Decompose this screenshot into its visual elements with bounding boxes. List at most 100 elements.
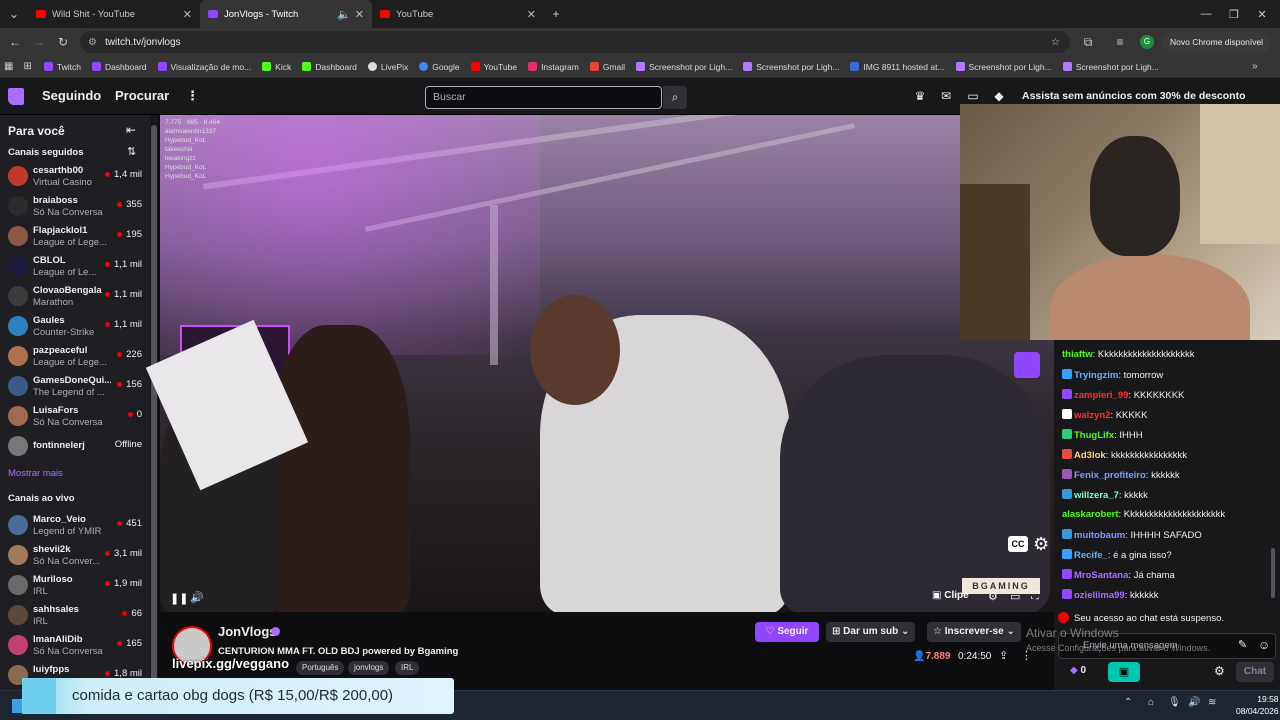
- new-tab-button[interactable]: +: [544, 2, 568, 26]
- media-controls-icon[interactable]: ≡: [1108, 30, 1132, 54]
- browser-tab-1[interactable]: Wild Shit - YouTube ✕: [28, 0, 200, 28]
- chat-username[interactable]: Recife_: [1074, 550, 1108, 561]
- grid-icon[interactable]: ⊞: [23, 61, 31, 72]
- sidebar-channel-imanalidib[interactable]: ImanAliDib Só Na Conversa 165: [0, 630, 150, 660]
- forward-icon[interactable]: →: [27, 30, 51, 54]
- apps-icon[interactable]: ▦: [4, 61, 13, 72]
- sidebar-channel-flapjacklol1[interactable]: Flapjacklol1 League of Lege... 195: [0, 221, 150, 251]
- bookmark-item[interactable]: Screenshot por Ligh...: [743, 62, 839, 72]
- tag-channel[interactable]: jonvlogs: [348, 661, 390, 675]
- tab-search-icon[interactable]: ⌄: [0, 2, 28, 26]
- back-icon[interactable]: ←: [3, 30, 27, 54]
- audio-icon[interactable]: 🔈: [337, 8, 351, 21]
- bits-balance[interactable]: ◆ 0: [1070, 665, 1086, 676]
- volume-icon[interactable]: 🔊: [190, 591, 204, 604]
- speaker-icon[interactable]: 🔊: [1188, 697, 1200, 708]
- chat-username[interactable]: willzera_7: [1074, 490, 1119, 501]
- close-tab-icon[interactable]: ✕: [183, 8, 192, 21]
- chat-send-button[interactable]: Chat: [1236, 662, 1274, 682]
- sidebar-channel-clovaobengala[interactable]: ClovaoBengala Marathon 1,1 mil: [0, 281, 150, 311]
- channel-points-button[interactable]: ▣: [1108, 662, 1140, 682]
- sidebar-channel-muriloso[interactable]: Muriloso IRL 1,9 mil: [0, 570, 150, 600]
- extensions-icon[interactable]: ⧉: [1076, 30, 1100, 54]
- search-icon[interactable]: ⌕: [663, 86, 687, 109]
- bookmark-item[interactable]: Google: [419, 62, 460, 72]
- more-bookmarks-icon[interactable]: »: [1252, 61, 1258, 72]
- chat-username[interactable]: thiaftw: [1062, 349, 1093, 360]
- sidebar-scrollbar[interactable]: [150, 115, 158, 690]
- tray-chevron-icon[interactable]: ⌃: [1124, 697, 1132, 708]
- video-gear-icon[interactable]: ⚙: [1033, 534, 1049, 555]
- nav-more-icon[interactable]: ⋮: [186, 88, 199, 104]
- subscribe-button[interactable]: ☆ Inscrever-se ⌄: [927, 622, 1021, 642]
- chat-username[interactable]: zampieri_99: [1074, 390, 1128, 401]
- sort-icon[interactable]: ⇅: [127, 145, 136, 158]
- network-icon[interactable]: ⌂: [1148, 697, 1154, 708]
- bookmark-item[interactable]: Gmail: [589, 62, 625, 72]
- bookmark-item[interactable]: Screenshot por Ligh...: [1062, 62, 1159, 72]
- chat-username[interactable]: muitobaum: [1074, 530, 1125, 541]
- bookmark-item[interactable]: Dashboard: [91, 62, 147, 72]
- chat-username[interactable]: ozieliima99: [1074, 590, 1125, 601]
- update-chrome-button[interactable]: Novo Chrome disponível: [1162, 32, 1272, 52]
- sidebar-channel-pazpeaceful[interactable]: pazpeaceful League of Lege... 226: [0, 341, 150, 371]
- chat-username[interactable]: Tryingzim: [1074, 370, 1118, 381]
- bookmark-star-icon[interactable]: ☆: [1051, 37, 1060, 48]
- url-field[interactable]: ⚙ twitch.tv/jonvlogs ☆: [80, 31, 1070, 53]
- sidebar-channel-shevii2k[interactable]: shevii2k Só Na Conver... 3,1 mil: [0, 540, 150, 570]
- chat-username[interactable]: alaskarobert: [1062, 509, 1119, 520]
- sidebar-channel-marco-veio[interactable]: Marco_Veio Legend of YMIR 451: [0, 510, 150, 540]
- bits-icon[interactable]: ◆: [991, 88, 1007, 104]
- bookmark-item[interactable]: IMG 8911 hosted at...: [850, 62, 945, 72]
- sidebar-channel-cesarthb00[interactable]: cesarthb00 Virtual Casino 1,4 mil: [0, 161, 150, 191]
- bookmark-item[interactable]: LivePix: [367, 62, 408, 72]
- chat-settings-icon[interactable]: ⚙: [1214, 664, 1225, 678]
- nav-browse[interactable]: Procurar: [115, 88, 169, 103]
- theatre-mode-icon[interactable]: ▭: [1010, 590, 1020, 603]
- paint-icon[interactable]: ✎: [1238, 638, 1247, 651]
- bookmark-item[interactable]: Screenshot por Ligh...: [636, 62, 732, 72]
- bookmark-item[interactable]: YouTube: [470, 62, 517, 72]
- bookmark-item[interactable]: Kick: [262, 62, 291, 72]
- wifi-icon[interactable]: ≋: [1208, 697, 1216, 708]
- chat-username[interactable]: Ad3lok: [1074, 450, 1106, 461]
- search-input[interactable]: Buscar: [425, 86, 662, 109]
- gift-sub-button[interactable]: ⊞ Dar um sub ⌄: [826, 622, 916, 642]
- share-icon[interactable]: ⇪: [999, 649, 1008, 662]
- scrollbar-thumb[interactable]: [151, 125, 157, 685]
- bookmark-item[interactable]: Screenshot por Ligh...: [955, 62, 1052, 72]
- mic-icon[interactable]: 🎙: [1168, 697, 1181, 708]
- nav-following[interactable]: Seguindo: [42, 88, 101, 103]
- pause-icon[interactable]: ❚❚: [170, 592, 188, 605]
- chat-username[interactable]: walzyn2: [1074, 410, 1110, 421]
- browser-tab-2[interactable]: JonVlogs - Twitch 🔈 ✕: [200, 0, 372, 28]
- bookmark-item[interactable]: Dashboard: [302, 62, 357, 72]
- bookmark-item[interactable]: Twitch: [43, 62, 81, 72]
- clip-button[interactable]: ▣ Clipe: [932, 590, 969, 601]
- sidebar-channel-braiaboss[interactable]: braiaboss Só Na Conversa 355: [0, 191, 150, 221]
- tag-language[interactable]: Português: [296, 661, 345, 675]
- sidebar-channel-gaules[interactable]: Gaules Counter-Strike 1,1 mil: [0, 311, 150, 341]
- settings-icon[interactable]: ⚙: [988, 590, 998, 603]
- taskbar-clock[interactable]: 19:58 08/04/2026: [1236, 693, 1279, 717]
- sidebar-channel-gamesdonequi-[interactable]: GamesDoneQui... The Legend of ... 156: [0, 371, 150, 401]
- emote-picker-icon[interactable]: ☺: [1258, 638, 1270, 652]
- browser-tab-3[interactable]: YouTube ✕: [372, 0, 544, 28]
- close-window-icon[interactable]: ✕: [1244, 0, 1280, 28]
- video-player[interactable]: [160, 115, 1054, 612]
- captions-icon[interactable]: CC: [1008, 536, 1028, 552]
- reload-icon[interactable]: ↻: [51, 30, 75, 54]
- sidebar-channel-cblol[interactable]: CBLOL League of Le... 1,1 mil: [0, 251, 150, 281]
- sidebar-channel-luisafors[interactable]: LuisaFors Só Na Conversa 0: [0, 401, 150, 431]
- bookmark-item[interactable]: Visualização de mo...: [157, 62, 251, 72]
- profile-avatar[interactable]: G: [1140, 35, 1154, 49]
- close-tab-icon[interactable]: ✕: [527, 8, 536, 21]
- ad-free-promo-button[interactable]: Assista sem anúncios com 30% de desconto: [1022, 90, 1246, 102]
- chat-username[interactable]: MroSantana: [1074, 570, 1128, 581]
- collapse-sidebar-icon[interactable]: ⇤: [126, 123, 136, 137]
- show-more-link[interactable]: Mostrar mais: [8, 468, 63, 479]
- fullscreen-icon[interactable]: ⛶: [1031, 590, 1039, 603]
- channel-name[interactable]: JonVlogs: [218, 624, 277, 639]
- chat-username[interactable]: Fenix_profiteiro: [1074, 470, 1146, 481]
- twitch-logo-icon[interactable]: [8, 88, 24, 105]
